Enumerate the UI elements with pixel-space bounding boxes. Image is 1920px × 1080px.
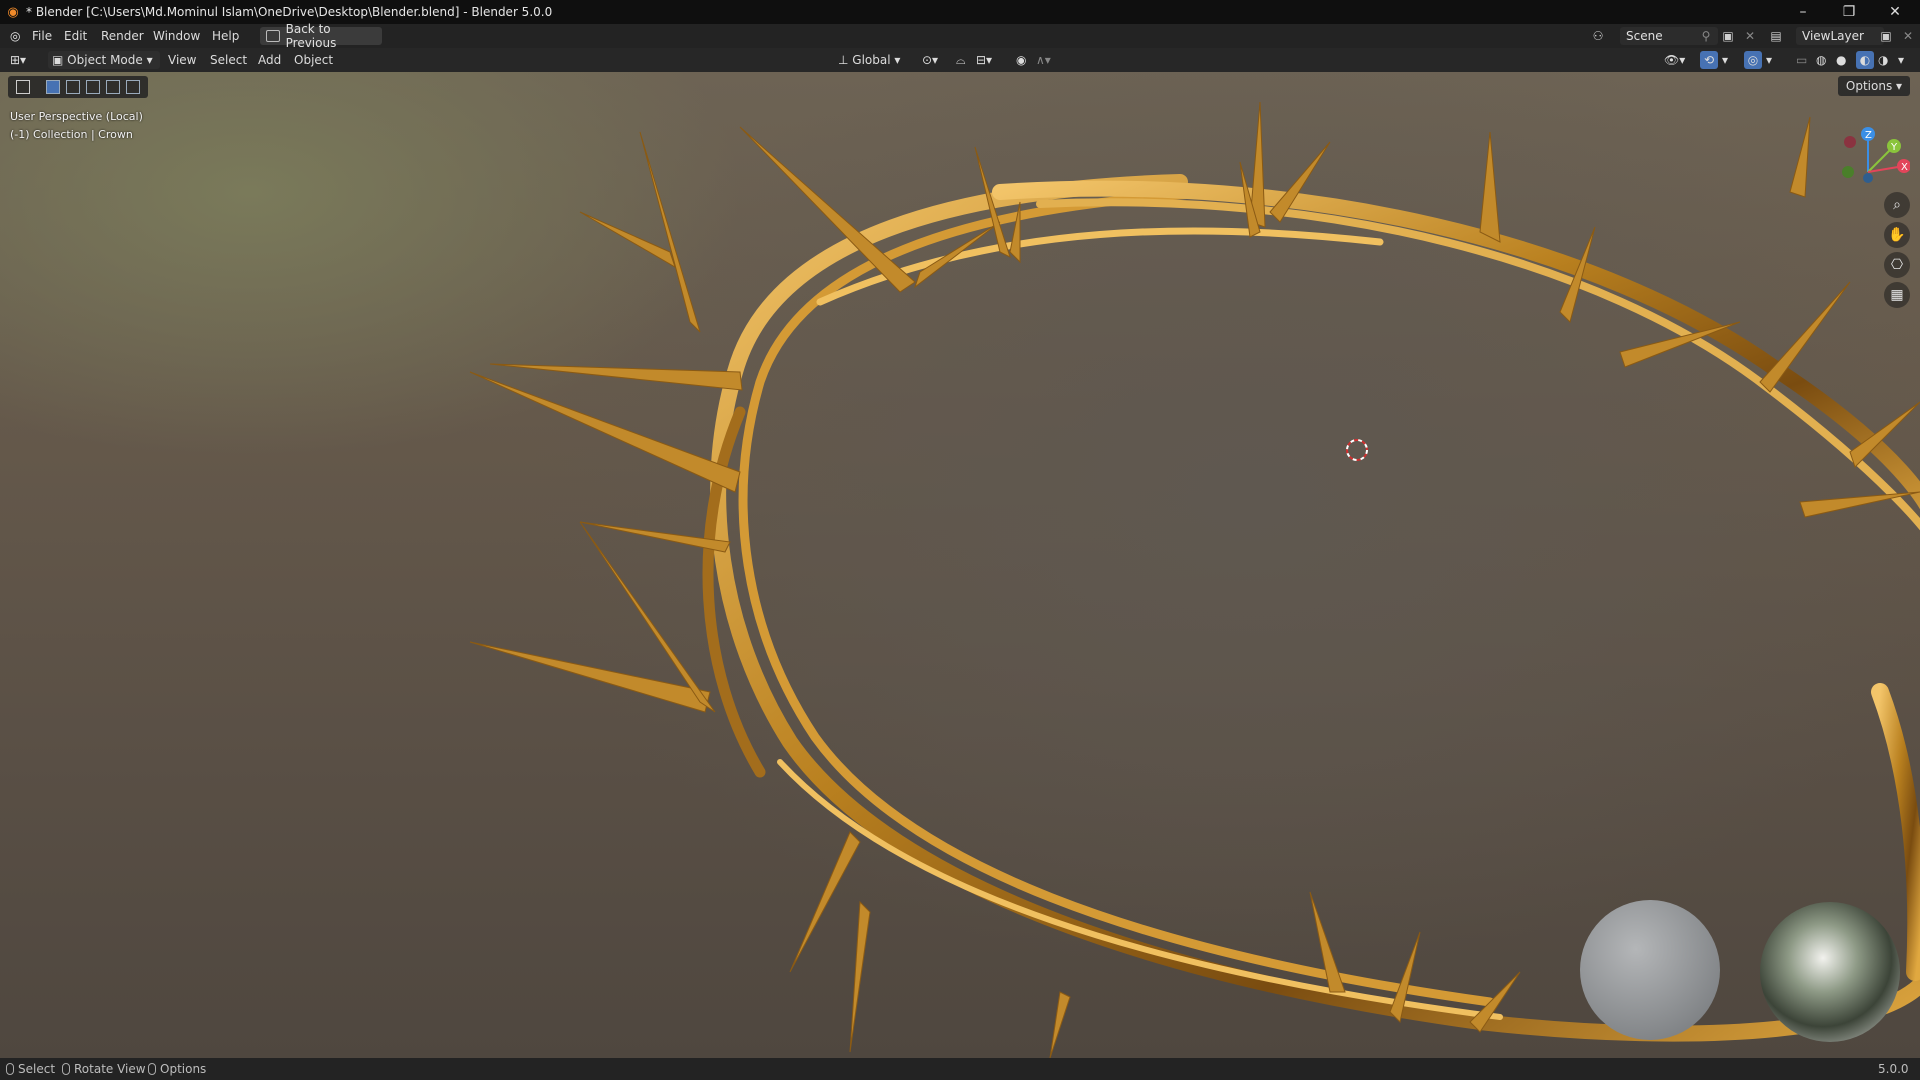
shading-dropdown-icon[interactable]: ▾ <box>1898 51 1904 69</box>
neg-z-axis-handle[interactable] <box>1863 173 1873 183</box>
status-hint-options: Options <box>148 1058 206 1080</box>
3d-viewport[interactable]: Z Y X <box>0 72 1920 1058</box>
menu-view[interactable]: View <box>168 51 196 69</box>
viewport-header: ⊞▾ ▣ Object Mode ▾ View Select Add Objec… <box>0 48 1920 72</box>
menu-object[interactable]: Object <box>294 51 333 69</box>
3d-cursor-icon <box>1346 439 1368 461</box>
menu-file[interactable]: File <box>28 24 56 48</box>
diffuse-preview-sphere <box>1580 900 1720 1040</box>
version-label: 5.0.0 <box>1878 1062 1909 1076</box>
x-axis-label: X <box>1901 162 1908 173</box>
viewport-info: User Perspective (Local) (-1) Collection… <box>10 108 143 144</box>
left-mouse-icon <box>6 1063 14 1075</box>
scene-label: Scene <box>1626 29 1663 43</box>
perspective-toggle-icon[interactable]: ▦ <box>1884 282 1910 308</box>
select-intersect-icon[interactable] <box>126 80 140 94</box>
window-title: * Blender [C:\Users\Md.Mominul Islam\One… <box>26 5 553 19</box>
wireframe-shading-icon[interactable]: ◍ <box>1816 51 1826 69</box>
mode-dropdown[interactable]: ▣ Object Mode ▾ <box>48 51 160 69</box>
tool-settings-row <box>8 76 148 98</box>
gizmo-toggle-icon[interactable]: ⟲ <box>1700 51 1718 69</box>
back-to-previous-label: Back to Previous <box>285 22 337 50</box>
menu-help[interactable]: Help <box>208 24 243 48</box>
blender-menu-icon[interactable]: ◎ <box>6 24 24 48</box>
screen-icon <box>266 30 280 42</box>
orientation-label: Global <box>852 53 891 67</box>
status-bar: Select Rotate View Options 5.0.0 <box>0 1058 1920 1080</box>
options-label: Options <box>1845 79 1893 93</box>
overlays-dropdown-icon[interactable]: ▾ <box>1766 51 1772 69</box>
select-subtract-icon[interactable] <box>86 80 100 94</box>
select-tool-icon[interactable] <box>16 80 30 94</box>
gizmo-dropdown-icon[interactable]: ▾ <box>1722 51 1728 69</box>
material-preview-shading-icon[interactable]: ◐ <box>1856 51 1874 69</box>
camera-view-icon[interactable]: ⎔ <box>1884 252 1910 278</box>
minimize-button[interactable]: – <box>1780 0 1826 24</box>
view-layer-field[interactable]: ViewLayer <box>1796 27 1884 45</box>
select-extend-icon[interactable] <box>66 80 80 94</box>
remove-scene-icon[interactable]: ✕ <box>1740 27 1760 45</box>
editor-type-icon[interactable]: ⊞▾ <box>10 51 40 69</box>
chevron-down-icon: ▾ <box>1896 79 1903 93</box>
remove-view-layer-icon[interactable]: ✕ <box>1898 27 1918 45</box>
hdri-preview-sphere <box>1760 902 1900 1042</box>
menu-edit[interactable]: Edit <box>60 24 91 48</box>
chevron-down-icon: ▾ <box>146 53 153 67</box>
overlays-toggle-icon[interactable]: ◎ <box>1744 51 1762 69</box>
visibility-icon[interactable]: 👁▾ <box>1664 51 1685 69</box>
orientation-icon: ⊥ <box>838 53 849 67</box>
top-bar: ◎ File Edit Render Window Help Back to P… <box>0 22 1920 50</box>
xray-toggle-icon[interactable]: ▭ <box>1796 51 1807 69</box>
mode-label: Object Mode <box>67 53 143 67</box>
new-view-layer-icon[interactable]: ▣ <box>1876 27 1896 45</box>
neg-x-axis-handle[interactable] <box>1844 136 1856 148</box>
menu-add[interactable]: Add <box>258 51 281 69</box>
collection-label: (-1) Collection | Crown <box>10 128 133 141</box>
right-mouse-icon <box>148 1063 156 1075</box>
pivot-point-icon[interactable]: ⊙▾ <box>922 51 938 69</box>
y-axis-label: Y <box>1890 142 1898 153</box>
z-axis-label: Z <box>1865 130 1872 141</box>
menu-window[interactable]: Window <box>149 24 204 48</box>
pan-hand-icon[interactable]: ✋ <box>1884 222 1910 248</box>
middle-mouse-icon <box>62 1063 70 1075</box>
crown-of-thorns-render <box>469 101 1920 1058</box>
back-to-previous-button[interactable]: Back to Previous <box>260 22 382 50</box>
scene-browse-icon[interactable]: ⚇ <box>1588 27 1608 45</box>
chevron-down-icon: ▾ <box>894 53 901 67</box>
zoom-icon[interactable]: ⌕ <box>1884 192 1910 218</box>
menu-render[interactable]: Render <box>97 24 148 48</box>
object-mode-icon: ▣ <box>52 53 64 67</box>
restore-button[interactable]: ❐ <box>1826 0 1872 24</box>
select-new-icon[interactable] <box>46 80 60 94</box>
status-hint-select: Select <box>6 1058 55 1080</box>
options-button[interactable]: Options ▾ <box>1838 76 1910 96</box>
navigation-gizmo[interactable]: Z Y X <box>1820 112 1910 192</box>
falloff-icon[interactable]: ∧▾ <box>1036 51 1051 69</box>
transform-orientation-dropdown[interactable]: ⊥ Global ▾ <box>838 51 914 69</box>
pin-icon[interactable]: ⚲ <box>1696 27 1716 45</box>
rendered-shading-icon[interactable]: ◑ <box>1878 51 1888 69</box>
snap-target-icon[interactable]: ⊟▾ <box>976 51 992 69</box>
neg-y-axis-handle[interactable] <box>1842 166 1854 178</box>
view-layer-label: ViewLayer <box>1802 29 1864 43</box>
status-hint-rotate: Rotate View <box>62 1058 146 1080</box>
select-invert-icon[interactable] <box>106 80 120 94</box>
solid-shading-icon[interactable]: ● <box>1836 51 1846 69</box>
snap-icon[interactable]: ⌓ <box>956 51 966 69</box>
proportional-editing-icon[interactable]: ◉ <box>1016 51 1026 69</box>
new-scene-icon[interactable]: ▣ <box>1718 27 1738 45</box>
close-button[interactable]: ✕ <box>1872 0 1918 24</box>
perspective-label: User Perspective (Local) <box>10 110 143 123</box>
menu-select[interactable]: Select <box>210 51 247 69</box>
title-bar: ◉ * Blender [C:\Users\Md.Mominul Islam\O… <box>0 0 1920 24</box>
view-layer-browse-icon[interactable]: ▤ <box>1766 27 1786 45</box>
blender-logo-icon: ◉ <box>7 4 19 20</box>
